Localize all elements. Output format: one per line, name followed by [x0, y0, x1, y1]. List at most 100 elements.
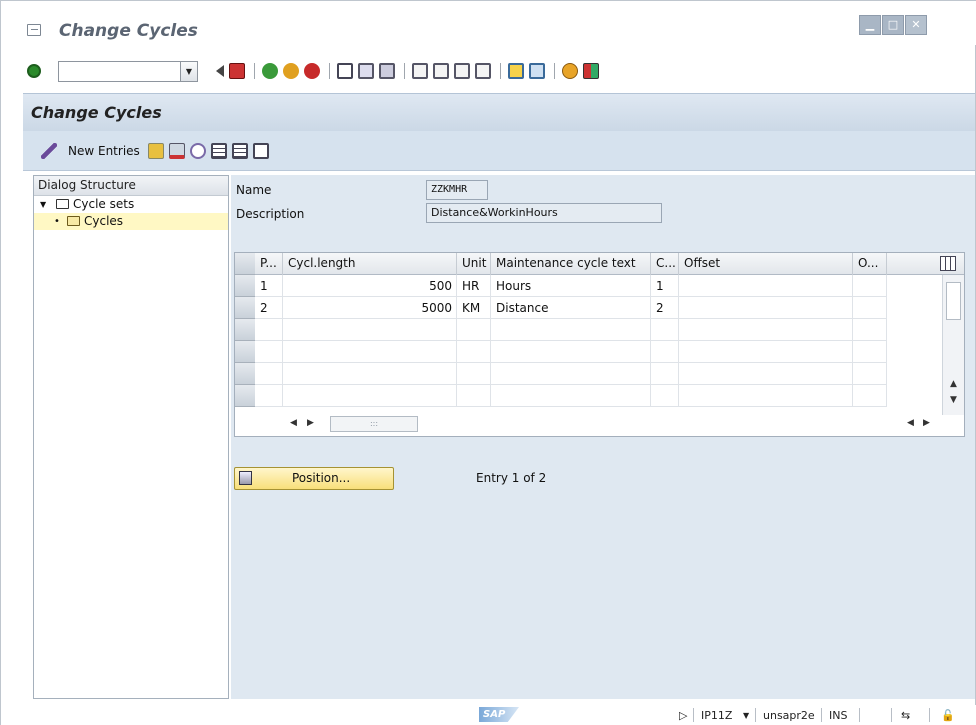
previous-page-icon[interactable] [433, 63, 449, 79]
find-next-icon[interactable] [379, 63, 395, 79]
enter-icon[interactable] [27, 64, 41, 78]
row-selector[interactable] [235, 319, 255, 341]
table-cell-text[interactable] [491, 341, 651, 363]
table-cell-c[interactable]: 2 [651, 297, 679, 319]
scroll-left-icon[interactable]: ◀ [907, 418, 914, 428]
chevron-down-icon[interactable]: ▼ [180, 60, 198, 82]
table-cell-offset[interactable] [679, 363, 853, 385]
layout-icon[interactable] [583, 63, 599, 79]
column-header-o[interactable]: O... [853, 253, 887, 275]
tree-item-cycle-sets[interactable]: ▼ Cycle sets [34, 196, 228, 213]
create-session-icon[interactable] [508, 63, 524, 79]
column-header-unit[interactable]: Unit [457, 253, 491, 275]
table-cell-offset[interactable] [679, 341, 853, 363]
table-cell-text[interactable] [491, 319, 651, 341]
table-cell-cycl-length[interactable] [283, 319, 457, 341]
column-header-c[interactable]: C... [651, 253, 679, 275]
find-icon[interactable] [358, 63, 374, 79]
undo-change-icon[interactable] [189, 142, 206, 159]
help-icon[interactable] [562, 63, 578, 79]
table-cell-cycl-length[interactable] [283, 363, 457, 385]
table-cell-cycl-length[interactable]: 500 [283, 275, 457, 297]
display-change-icon[interactable] [41, 142, 57, 159]
save-icon[interactable] [229, 63, 245, 79]
back-arrow-icon[interactable] [208, 65, 224, 77]
chevron-down-icon[interactable]: ▼ [743, 711, 749, 720]
table-cell-offset[interactable] [679, 385, 853, 407]
vertical-scroll-thumb[interactable] [946, 282, 961, 320]
table-cell-c[interactable]: 1 [651, 275, 679, 297]
table-cell-cycl-length[interactable]: 5000 [283, 297, 457, 319]
table-cell-o[interactable] [853, 341, 887, 363]
table-cell-p[interactable] [255, 341, 283, 363]
table-cell-p[interactable] [255, 319, 283, 341]
last-page-icon[interactable] [475, 63, 491, 79]
table-cell-p[interactable]: 2 [255, 297, 283, 319]
lock-icon[interactable]: 🔓 [941, 709, 955, 722]
minimize-button[interactable]: ▁ [859, 15, 881, 35]
table-cell-cycl-length[interactable] [283, 385, 457, 407]
table-cell-unit[interactable]: KM [457, 297, 491, 319]
table-cell-c[interactable] [651, 319, 679, 341]
table-cell-unit[interactable] [457, 385, 491, 407]
table-cell-text[interactable]: Distance [491, 297, 651, 319]
table-cell-p[interactable]: 1 [255, 275, 283, 297]
table-cell-o[interactable] [853, 385, 887, 407]
first-page-icon[interactable] [412, 63, 428, 79]
deselect-all-icon[interactable] [252, 142, 269, 159]
scroll-right-icon[interactable]: ▶ [307, 418, 314, 428]
column-header-cycl-length[interactable]: Cycl.length [283, 253, 457, 275]
print-icon[interactable] [337, 63, 353, 79]
table-cell-o[interactable] [853, 363, 887, 385]
table-settings-icon[interactable] [940, 256, 956, 271]
delete-icon[interactable] [168, 142, 185, 159]
exit-icon[interactable] [283, 63, 299, 79]
table-cell-p[interactable] [255, 363, 283, 385]
table-cell-c[interactable] [651, 385, 679, 407]
scroll-right-icon[interactable]: ▶ [923, 418, 930, 428]
table-cell-o[interactable] [853, 275, 887, 297]
position-button[interactable]: Position... [234, 467, 394, 490]
row-selector[interactable] [235, 275, 255, 297]
table-cell-o[interactable] [853, 319, 887, 341]
row-selector[interactable] [235, 363, 255, 385]
next-page-icon[interactable] [454, 63, 470, 79]
table-cell-p[interactable] [255, 385, 283, 407]
new-entries-button[interactable]: New Entries [68, 144, 140, 158]
table-cell-c[interactable] [651, 363, 679, 385]
table-cell-cycl-length[interactable] [283, 341, 457, 363]
table-cell-text[interactable] [491, 363, 651, 385]
command-input[interactable] [58, 60, 180, 82]
close-button[interactable]: ✕ [905, 15, 927, 35]
status-system[interactable]: IP11Z [701, 709, 732, 722]
back-icon[interactable] [262, 63, 278, 79]
status-mode[interactable]: INS [829, 709, 847, 722]
select-block-icon[interactable] [231, 142, 248, 159]
row-selector[interactable] [235, 297, 255, 319]
table-cell-c[interactable] [651, 341, 679, 363]
column-header-p[interactable]: P... [255, 253, 283, 275]
shortcut-icon[interactable] [529, 63, 545, 79]
vertical-scrollbar[interactable]: ▲ ▼ [942, 275, 964, 415]
overwrite-icon[interactable]: ⇆ [901, 709, 910, 722]
tree-item-cycles[interactable]: • Cycles [34, 213, 228, 230]
horizontal-scroll-thumb[interactable]: ::: [330, 416, 418, 432]
column-header-offset[interactable]: Offset [679, 253, 853, 275]
scroll-left-icon[interactable]: ◀ [290, 418, 297, 428]
table-cell-text[interactable] [491, 385, 651, 407]
table-cell-offset[interactable] [679, 275, 853, 297]
scroll-up-icon[interactable]: ▲ [950, 379, 957, 389]
scroll-down-icon[interactable]: ▼ [950, 395, 957, 405]
row-selector[interactable] [235, 341, 255, 363]
select-all-cell[interactable] [235, 253, 255, 275]
status-expand-icon[interactable]: ▷ [679, 709, 687, 722]
table-cell-text[interactable]: Hours [491, 275, 651, 297]
table-cell-unit[interactable] [457, 341, 491, 363]
select-all-icon[interactable] [210, 142, 227, 159]
table-cell-offset[interactable] [679, 297, 853, 319]
system-menu-icon[interactable] [27, 24, 41, 36]
copy-as-icon[interactable] [147, 142, 164, 159]
table-cell-unit[interactable] [457, 363, 491, 385]
table-cell-o[interactable] [853, 297, 887, 319]
column-header-cycle-text[interactable]: Maintenance cycle text [491, 253, 651, 275]
